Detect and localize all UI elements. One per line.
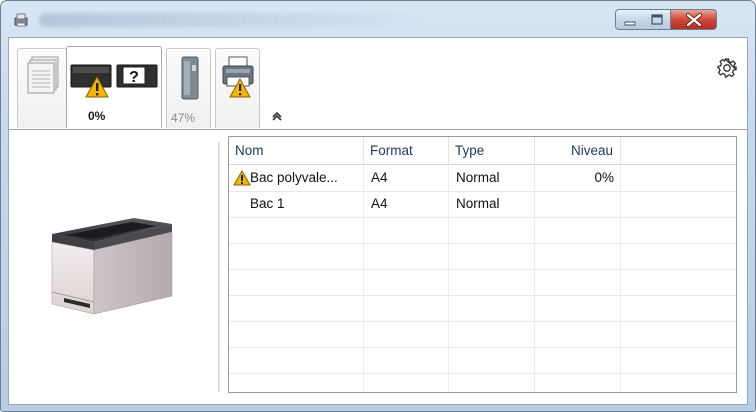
printer-image xyxy=(51,218,173,315)
tab-waste-toner[interactable]: 47% xyxy=(166,48,211,128)
row-level: 0% xyxy=(594,170,614,185)
svg-text:?: ? xyxy=(129,69,139,86)
table-row[interactable]: Bac polyvale... A4 Normal 0% xyxy=(229,165,736,192)
row-format: A4 xyxy=(371,170,388,185)
minimize-icon xyxy=(624,21,636,26)
waste-toner-level-label: 47% xyxy=(171,111,196,125)
waste-toner-icon xyxy=(181,56,199,100)
app-window: ? 0% 47% Nom Format Type Niveau Bac poly… xyxy=(0,0,756,412)
empty-row xyxy=(229,243,736,270)
row-name: Bac polyvale... xyxy=(250,170,338,185)
toner-level-label: 0% xyxy=(88,109,106,123)
empty-row xyxy=(229,347,736,374)
empty-row xyxy=(229,321,736,348)
close-button[interactable] xyxy=(671,9,717,30)
tab-paper[interactable] xyxy=(215,48,260,128)
column-header-niveau[interactable]: Niveau xyxy=(535,137,621,164)
printer-preview xyxy=(9,130,219,405)
gear-icon[interactable] xyxy=(717,58,737,78)
row-type: Normal xyxy=(456,170,500,185)
pages-icon xyxy=(27,56,59,94)
tab-pages[interactable] xyxy=(17,48,67,128)
paper-tray-table: Nom Format Type Niveau Bac polyvale... A… xyxy=(228,136,737,393)
status-toolbar: ? 0% 47% xyxy=(9,38,747,130)
row-name: Bac 1 xyxy=(250,196,285,211)
row-type: Normal xyxy=(456,196,500,211)
maximize-icon xyxy=(651,14,663,25)
row-format: A4 xyxy=(371,196,388,211)
table-header: Nom Format Type Niveau xyxy=(229,137,736,165)
tab-toner[interactable]: ? 0% xyxy=(66,46,162,128)
client-area: ? 0% 47% Nom Format Type Niveau Bac poly… xyxy=(8,37,748,405)
title-bar[interactable] xyxy=(1,1,755,37)
maximize-button[interactable] xyxy=(643,9,671,30)
row-level xyxy=(535,191,621,216)
column-header-type[interactable]: Type xyxy=(449,137,535,164)
column-header-format[interactable]: Format xyxy=(364,137,449,164)
minimize-button[interactable] xyxy=(615,9,644,30)
close-icon xyxy=(686,13,702,27)
toner-warning-icon: ? xyxy=(70,64,158,98)
empty-row xyxy=(229,269,736,296)
printer-app-icon xyxy=(14,13,28,27)
empty-row xyxy=(229,295,736,322)
printer-paper-warning-icon xyxy=(222,56,254,98)
pane-divider[interactable] xyxy=(218,142,220,392)
chevron-up-icon[interactable] xyxy=(271,110,283,122)
column-header-nom[interactable]: Nom xyxy=(229,137,364,164)
empty-row xyxy=(229,217,736,244)
table-row[interactable]: Bac 1 A4 Normal xyxy=(229,191,736,218)
window-title xyxy=(39,13,429,27)
